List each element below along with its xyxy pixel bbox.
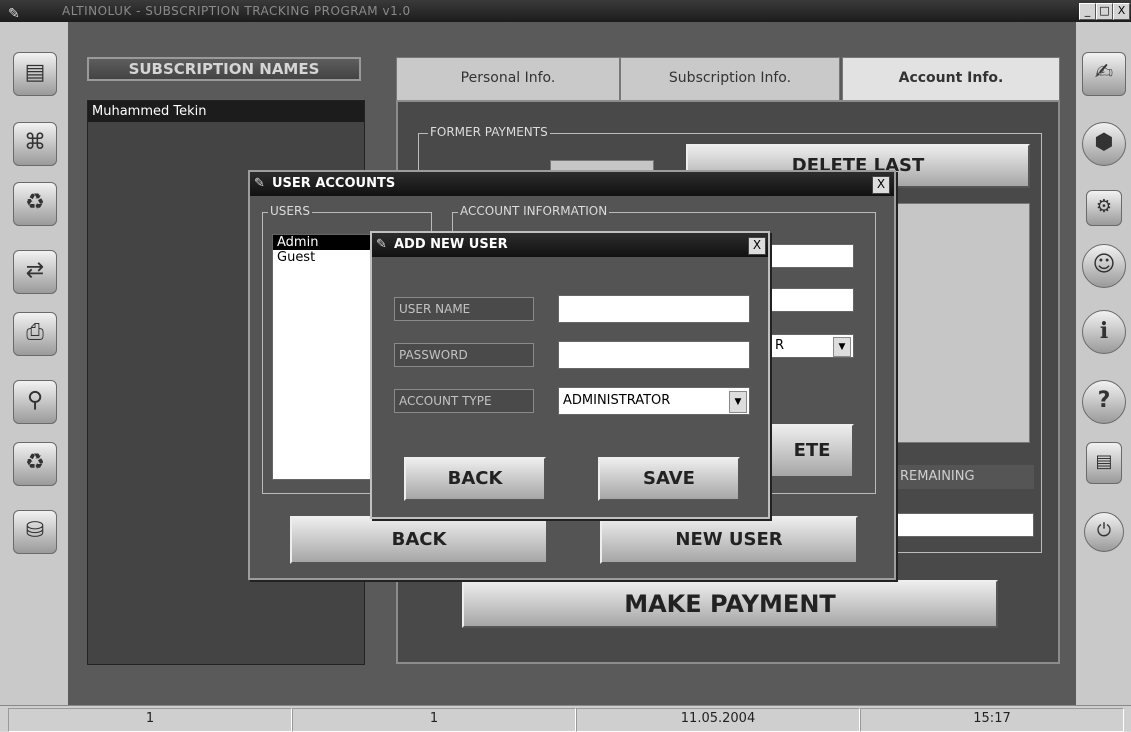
account-type-label: ACCOUNT TYPE <box>394 389 534 413</box>
username-input[interactable] <box>558 295 750 323</box>
remaining-field[interactable] <box>894 513 1034 537</box>
make-payment-button[interactable]: MAKE PAYMENT <box>462 580 998 628</box>
title-bar: ✎ ALTINOLUK - SUBSCRIPTION TRACKING PROG… <box>0 0 1131 22</box>
minimize-button[interactable]: _ <box>1079 3 1096 20</box>
delete-user-button[interactable]: ETE <box>770 424 854 478</box>
add-new-user-dialog: ✎ ADD NEW USER X USER NAME PASSWORD ACCO… <box>370 231 770 519</box>
coins-icon[interactable]: ⛁ <box>13 510 57 554</box>
back-button[interactable]: BACK <box>404 457 546 501</box>
edit-icon[interactable]: ✍ <box>1082 52 1126 96</box>
tab-personal-info[interactable]: Personal Info. <box>396 57 620 101</box>
add-new-user-close-button[interactable]: X <box>748 237 766 255</box>
add-new-user-title: ADD NEW USER <box>394 237 508 252</box>
settings-icon[interactable]: ⚙ <box>1086 190 1122 226</box>
search-icon[interactable]: ⚲ <box>13 380 57 424</box>
power-icon[interactable]: ⏻ <box>1084 512 1124 552</box>
status-time: 15:17 <box>860 708 1124 732</box>
notes-icon[interactable]: ▤ <box>1086 442 1122 484</box>
password-input[interactable] <box>558 341 750 369</box>
left-toolbar: ▤ ⌘ ♻ ⇄ ⎙ ⚲ ♻ ⛁ <box>0 22 68 705</box>
stamp-icon[interactable]: ⎙ <box>13 312 57 356</box>
tab-subscription-info[interactable]: Subscription Info. <box>620 57 840 101</box>
username-label: USER NAME <box>394 297 534 321</box>
chevron-down-icon[interactable]: ▼ <box>729 391 747 413</box>
network-icon[interactable]: ⌘ <box>13 122 57 166</box>
status-cell: 1 <box>8 708 292 732</box>
remaining-label: REMAINING <box>894 465 1034 489</box>
status-cell: 1 <box>292 708 576 732</box>
new-user-button[interactable]: NEW USER <box>600 516 858 564</box>
account-type-value: R <box>775 338 785 353</box>
pen-icon: ✎ <box>376 237 387 252</box>
user-accounts-titlebar: ✎ USER ACCOUNTS <box>250 172 894 196</box>
account-type-select[interactable]: R ▼ <box>770 334 854 358</box>
subscription-names-header: SUBSCRIPTION NAMES <box>87 57 361 81</box>
list-item[interactable]: Muhammed Tekin <box>88 101 364 122</box>
user-accounts-close-button[interactable]: X <box>872 176 890 194</box>
help-icon[interactable]: ? <box>1082 380 1126 424</box>
former-payments-legend: FORMER PAYMENTS <box>428 125 550 139</box>
document-icon[interactable]: ▤ <box>13 52 57 96</box>
user-accounts-title: USER ACCOUNTS <box>272 176 396 191</box>
save-button[interactable]: SAVE <box>598 457 740 501</box>
username-field[interactable] <box>770 244 854 268</box>
password-label: PASSWORD <box>394 343 534 367</box>
back-button[interactable]: BACK <box>290 516 548 564</box>
status-bar: 1 1 11.05.2004 15:17 <box>0 705 1131 732</box>
info-icon[interactable]: i <box>1082 310 1126 354</box>
users-icon[interactable]: ☺ <box>1082 244 1126 288</box>
window-title: ALTINOLUK - SUBSCRIPTION TRACKING PROGRA… <box>62 4 411 18</box>
close-button[interactable]: X <box>1113 3 1130 20</box>
recycle-icon[interactable]: ♻ <box>13 442 57 486</box>
maximize-button[interactable]: □ <box>1096 3 1113 20</box>
box-icon[interactable]: ⬢ <box>1082 122 1126 166</box>
tab-account-info[interactable]: Account Info. <box>842 57 1060 101</box>
password-field[interactable] <box>770 288 854 312</box>
transfer-icon[interactable]: ⇄ <box>13 250 57 294</box>
pen-icon: ✎ <box>254 176 265 191</box>
chevron-down-icon[interactable]: ▼ <box>833 337 851 357</box>
account-type-select[interactable]: ADMINISTRATOR ▼ <box>558 387 750 415</box>
account-type-value: ADMINISTRATOR <box>563 393 671 408</box>
users-legend: USERS <box>268 204 312 218</box>
account-information-legend: ACCOUNT INFORMATION <box>458 204 610 218</box>
payments-list[interactable] <box>894 203 1030 443</box>
status-date: 11.05.2004 <box>576 708 860 732</box>
add-new-user-titlebar: ✎ ADD NEW USER <box>372 233 768 257</box>
recycle-icon[interactable]: ♻ <box>13 182 57 226</box>
right-toolbar: ✍ ⬢ ⚙ ☺ i ? ▤ ⏻ <box>1076 22 1131 705</box>
